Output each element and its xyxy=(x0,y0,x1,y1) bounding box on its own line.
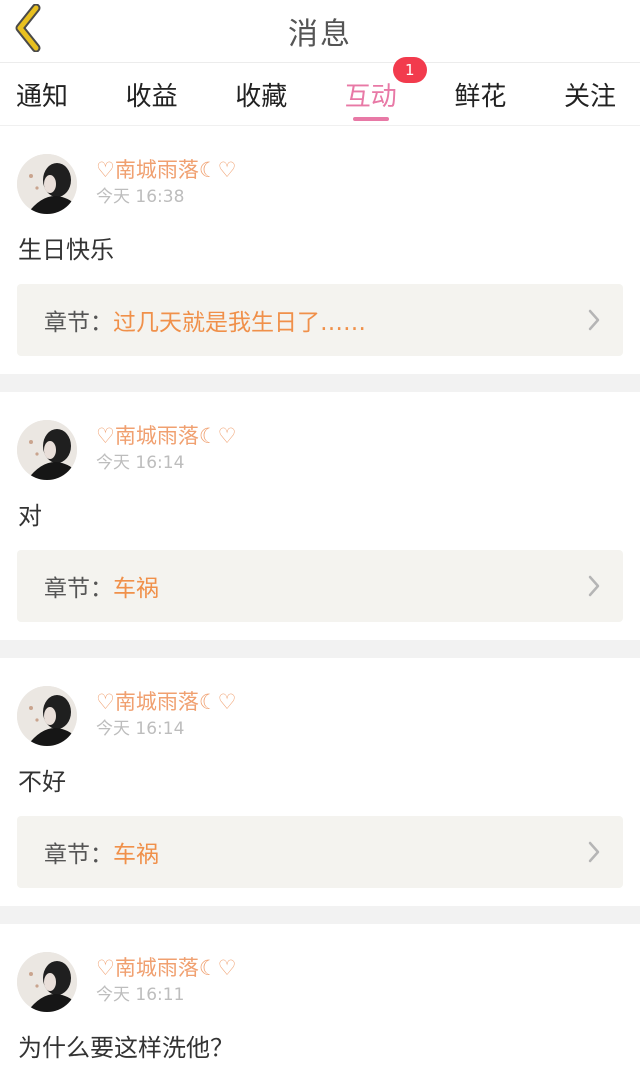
chevron-right-icon xyxy=(588,309,600,331)
chevron-right-icon xyxy=(588,575,600,597)
timestamp: 今天 16:11 xyxy=(96,985,185,1005)
username[interactable]: ♡南城雨落☾♡ xyxy=(96,688,236,716)
unread-badge: 1 xyxy=(392,57,427,83)
message-item: ♡南城雨落☾♡ 今天 16:11 为什么要这样洗他？ xyxy=(0,924,640,1082)
tab-notifications[interactable]: 通知 xyxy=(16,63,68,125)
tab-earnings[interactable]: 收益 xyxy=(126,63,178,125)
tab-flowers[interactable]: 鲜花 xyxy=(454,63,506,125)
chevron-left-icon xyxy=(15,4,41,52)
tab-bar: 通知 收益 收藏 互动 1 鲜花 关注 xyxy=(0,57,640,126)
avatar[interactable] xyxy=(17,686,77,746)
message-list: ♡南城雨落☾♡ 今天 16:38 生日快乐 章节： 过几天就是我生日了…… ♡南… xyxy=(0,126,640,1082)
chapter-link[interactable]: 章节： 车祸 xyxy=(17,816,623,888)
tab-interactions-label: 互动 xyxy=(344,81,397,112)
chapter-label: 章节： xyxy=(44,842,113,868)
chapter-label: 章节： xyxy=(44,576,113,602)
username[interactable]: ♡南城雨落☾♡ xyxy=(96,156,236,184)
message-item: ♡南城雨落☾♡ 今天 16:14 不好 章节： 车祸 xyxy=(0,658,640,906)
divider xyxy=(0,374,640,392)
timestamp: 今天 16:14 xyxy=(96,453,185,473)
chapter-title: 车祸 xyxy=(113,842,159,868)
chapter-link[interactable]: 章节： 车祸 xyxy=(17,550,623,622)
avatar[interactable] xyxy=(17,154,77,214)
comment-text: 生日快乐 xyxy=(18,236,114,264)
message-item: ♡南城雨落☾♡ 今天 16:38 生日快乐 章节： 过几天就是我生日了…… xyxy=(0,126,640,374)
divider xyxy=(0,640,640,658)
username[interactable]: ♡南城雨落☾♡ xyxy=(96,954,236,982)
comment-text: 不好 xyxy=(18,768,66,796)
chapter-title: 车祸 xyxy=(113,576,159,602)
timestamp: 今天 16:38 xyxy=(96,187,185,207)
timestamp: 今天 16:14 xyxy=(96,719,185,739)
top-bar: 消息 xyxy=(0,0,640,63)
tab-interactions[interactable]: 互动 1 xyxy=(344,57,427,125)
message-item: ♡南城雨落☾♡ 今天 16:14 对 章节： 车祸 xyxy=(0,392,640,640)
chevron-right-icon xyxy=(588,841,600,863)
chapter-label: 章节： xyxy=(44,310,113,336)
comment-text: 为什么要这样洗他？ xyxy=(18,1034,234,1062)
chapter-link[interactable]: 章节： 过几天就是我生日了…… xyxy=(17,284,623,356)
avatar[interactable] xyxy=(17,952,77,1012)
page-title: 消息 xyxy=(288,17,352,52)
comment-text: 对 xyxy=(18,502,42,530)
username[interactable]: ♡南城雨落☾♡ xyxy=(96,422,236,450)
tab-following[interactable]: 关注 xyxy=(564,63,616,125)
chapter-title: 过几天就是我生日了…… xyxy=(113,310,366,336)
tab-favorites[interactable]: 收藏 xyxy=(235,63,287,125)
divider xyxy=(0,906,640,924)
avatar[interactable] xyxy=(17,420,77,480)
back-button[interactable] xyxy=(6,2,50,54)
